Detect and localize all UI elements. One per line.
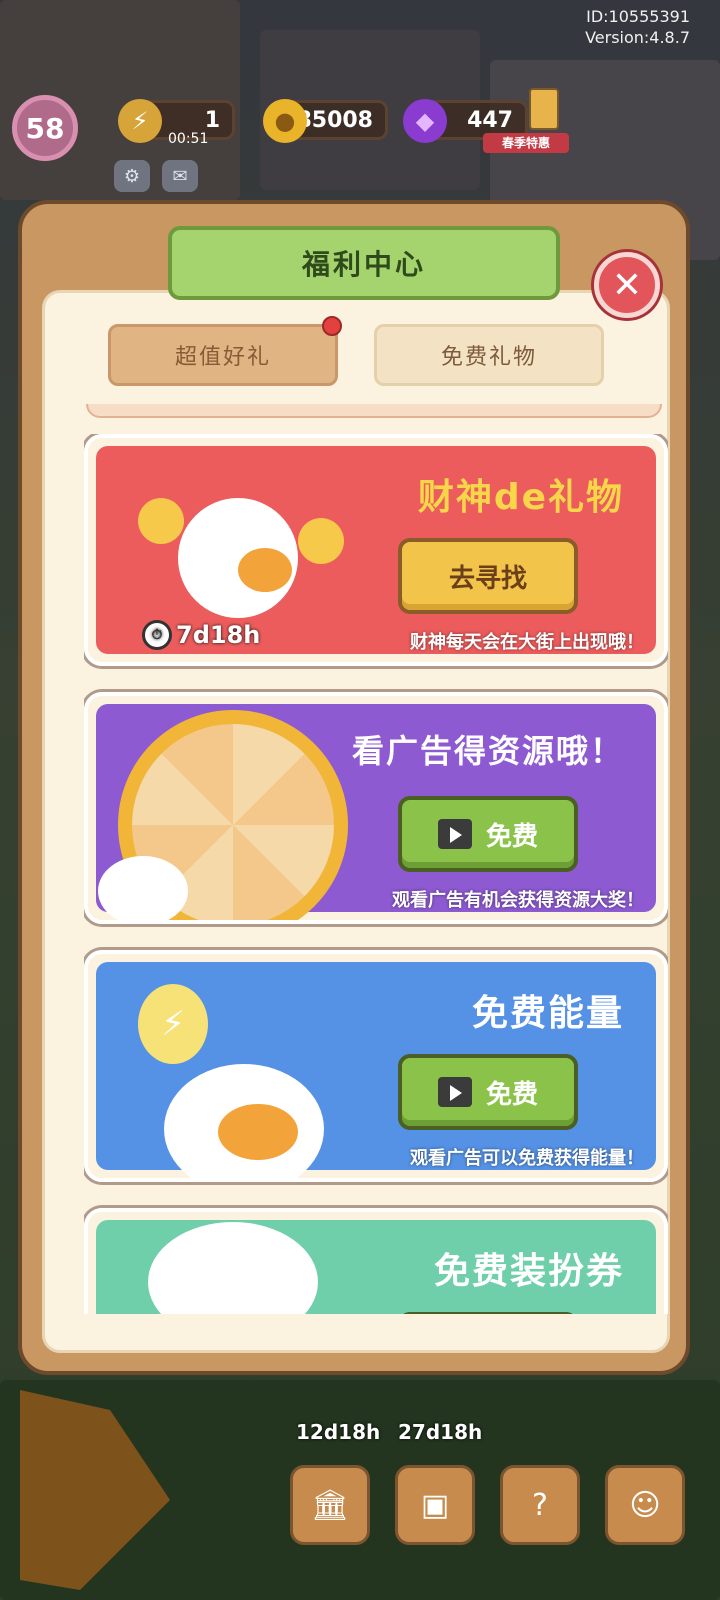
event-timer: ⏱ 7d18h [142, 620, 260, 650]
lightbulb-icon: ⚡ [138, 984, 208, 1064]
free-energy-card: ⚡ 免费能量 免费 观看广告可以免费获得能量！ [84, 950, 668, 1182]
duck-beak [238, 548, 292, 592]
costume-voucher-card: 免费装扮券 [84, 1208, 668, 1314]
card-description: 观看广告有机会获得资源大奖！ [392, 890, 644, 911]
ad-resource-card: 看广告得资源哦！ 免费 观看广告有机会获得资源大奖！ [84, 692, 668, 924]
build-info: ID:10555391 Version:4.8.7 [585, 6, 690, 48]
tab-bar: 超值好礼 免费礼物 [84, 316, 604, 390]
player-level-badge[interactable]: 58 [12, 95, 78, 161]
tab-label: 免费礼物 [440, 345, 537, 370]
video-clapper-icon [437, 819, 472, 849]
promo-gift-icon [529, 88, 559, 130]
reward-list[interactable]: 财神de礼物 去寻找 财神每天会在大街上出现哦！ ⏱ 7d18h 看广告得资源哦… [84, 434, 668, 1314]
wealth-god-card: 财神de礼物 去寻找 财神每天会在大街上出现哦！ ⏱ 7d18h [84, 434, 668, 666]
card-description: 观看广告可以免费获得能量！ [410, 1148, 644, 1169]
duck-image [98, 856, 188, 920]
photo-album-icon[interactable]: ▣ [395, 1465, 475, 1545]
card-title: 免费能量 [471, 993, 624, 1034]
energy-value: 1 [204, 107, 220, 133]
coin-icon: ● [263, 99, 307, 143]
mystery-icon[interactable]: ? [500, 1465, 580, 1545]
spring-sale-promo[interactable]: 春季特惠 [483, 88, 569, 156]
bottom-timer-2: 27d18h [398, 1420, 483, 1444]
pillar-building-icon[interactable]: 🏛 [290, 1465, 370, 1545]
button-label: 免费 [485, 1079, 538, 1110]
tab-label: 超值好礼 [174, 345, 271, 370]
close-button[interactable]: ✕ [594, 252, 660, 318]
notification-dot [322, 316, 342, 336]
gold-ingot-icon [138, 498, 184, 544]
welfare-center-modal: 福利中心 ✕ 超值好礼 免费礼物 财神de礼物 去寻找 财神每天会在大街上出现哦… [18, 200, 690, 1375]
card-title: 看广告得资源哦！ [351, 732, 624, 770]
duck-beak [218, 1104, 298, 1160]
coin-counter[interactable]: ● 85008 [263, 99, 388, 143]
button-label: 免费 [485, 821, 538, 852]
find-button[interactable]: 去寻找 [398, 538, 578, 614]
card-title: 免费装扮券 [433, 1251, 624, 1292]
button-label: 去寻找 [448, 563, 527, 594]
energy-timer: 00:51 [168, 131, 209, 147]
video-clapper-icon [437, 1077, 472, 1107]
modal-title: 福利中心 [301, 248, 426, 281]
player-id: ID:10555391 [586, 7, 690, 26]
promo-label: 春季特惠 [483, 133, 569, 153]
energy-bolt-icon: ⚡ [118, 99, 162, 143]
version-label: Version:4.8.7 [585, 28, 690, 47]
free-ad-button[interactable]: 免费 [398, 796, 578, 872]
tab-divider [86, 404, 662, 418]
clock-icon: ⏱ [142, 620, 172, 650]
free-energy-button[interactable]: 免费 [398, 1054, 578, 1130]
settings-gear-icon[interactable]: ⚙ [114, 160, 150, 192]
modal-title-banner: 福利中心 [146, 226, 582, 302]
coin-value: 85008 [296, 107, 373, 133]
mail-icon[interactable]: ✉ [162, 160, 198, 192]
gem-icon: ◆ [403, 99, 447, 143]
bottom-timer-1: 12d18h [296, 1420, 381, 1444]
tab-premium-gifts[interactable]: 超值好礼 [108, 324, 338, 386]
card-title: 财神de礼物 [417, 477, 624, 518]
tab-free-gifts[interactable]: 免费礼物 [374, 324, 604, 386]
free-voucher-button[interactable] [398, 1312, 578, 1314]
card-description: 财神每天会在大街上出现哦！ [410, 632, 644, 653]
gold-ingot-icon [298, 518, 344, 564]
level-value: 58 [25, 111, 65, 145]
timer-value: 7d18h [176, 621, 261, 649]
close-icon: ✕ [611, 264, 643, 306]
friends-icon[interactable]: ☺ [605, 1465, 685, 1545]
